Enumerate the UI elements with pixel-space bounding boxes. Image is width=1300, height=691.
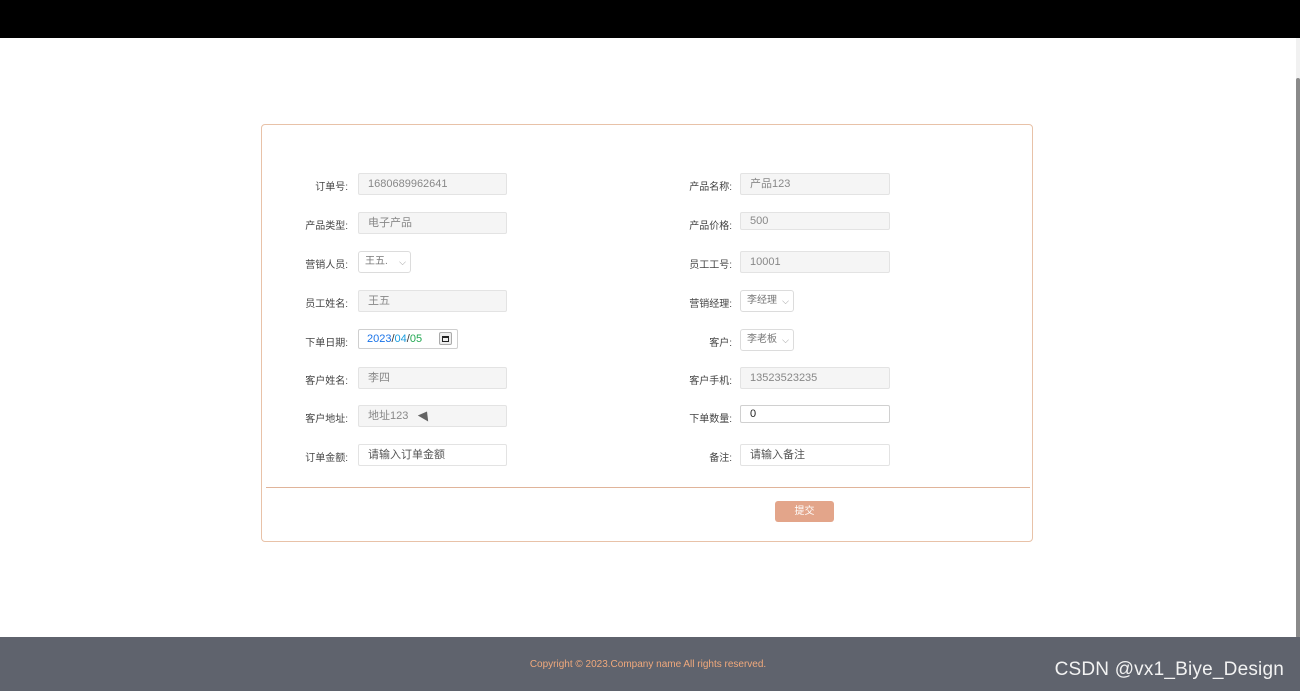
date-month[interactable]: 04 [395, 333, 407, 345]
product-name-label: 产品名称: [689, 182, 732, 193]
customer-name-field[interactable]: 李四 [358, 367, 507, 389]
customer-phone-label: 客户手机: [689, 376, 732, 387]
customer-name-label: 客户姓名: [305, 376, 348, 387]
product-type-field[interactable]: 电子产品 [358, 212, 507, 234]
product-type-label: 产品类型: [305, 221, 348, 232]
order-date-label: 下单日期: [305, 338, 348, 349]
page-footer: Copyright © 2023.Company name All rights… [0, 637, 1300, 691]
chevron-down-icon: ⌵ [782, 335, 789, 345]
sales-person-label: 营销人员: [305, 260, 348, 271]
employee-id-field[interactable]: 10001 [740, 251, 890, 273]
remark-label: 备注: [709, 453, 732, 464]
product-name-field[interactable]: 产品123 [740, 173, 890, 195]
watermark-text: CSDN @vx1_Biye_Design [1054, 659, 1284, 680]
order-no-label: 订单号: [315, 182, 348, 193]
submit-button[interactable]: 提交 [775, 501, 834, 522]
order-no-field[interactable]: 1680689962641 [358, 173, 507, 195]
sales-person-select[interactable]: 王五. ⌵ [358, 251, 411, 273]
product-price-label: 产品价格: [689, 221, 732, 232]
browser-top-bar [0, 0, 1300, 38]
date-day[interactable]: 05 [410, 333, 422, 345]
quantity-input[interactable]: 0 [740, 405, 890, 423]
date-year[interactable]: 2023 [367, 333, 391, 345]
order-form-card: 订单号: 1680689962641 产品类型: 电子产品 营销人员: 王五. … [261, 124, 1033, 542]
customer-address-field[interactable]: 地址123 [358, 405, 507, 427]
employee-name-label: 员工姓名: [305, 299, 348, 310]
order-amount-label: 订单金额: [305, 453, 348, 464]
order-amount-input[interactable]: 请输入订单金额 [358, 444, 507, 466]
customer-label: 客户: [709, 338, 732, 349]
sales-manager-select[interactable]: 李经理 ⌵ [740, 290, 794, 312]
employee-name-field[interactable]: 王五 [358, 290, 507, 312]
chevron-down-icon: ⌵ [399, 257, 406, 267]
page-scrollbar-thumb[interactable] [1296, 78, 1300, 638]
order-date-input[interactable]: 2023/04/05 [358, 329, 458, 349]
customer-select[interactable]: 李老板 ⌵ [740, 329, 794, 351]
customer-address-label: 客户地址: [305, 414, 348, 425]
chevron-down-icon: ⌵ [782, 296, 789, 306]
sales-manager-label: 营销经理: [689, 299, 732, 310]
calendar-icon[interactable] [439, 332, 452, 345]
quantity-label: 下单数量: [689, 414, 732, 425]
customer-phone-field[interactable]: 13523523235 [740, 367, 890, 389]
sales-person-selected: 王五. [365, 256, 388, 267]
sales-manager-selected: 李经理 [747, 295, 777, 306]
employee-id-label: 员工工号: [689, 260, 732, 271]
product-price-field[interactable]: 500 [740, 212, 890, 230]
remark-input[interactable]: 请输入备注 [740, 444, 890, 466]
form-divider [266, 487, 1030, 488]
customer-selected: 李老板 [747, 334, 777, 345]
